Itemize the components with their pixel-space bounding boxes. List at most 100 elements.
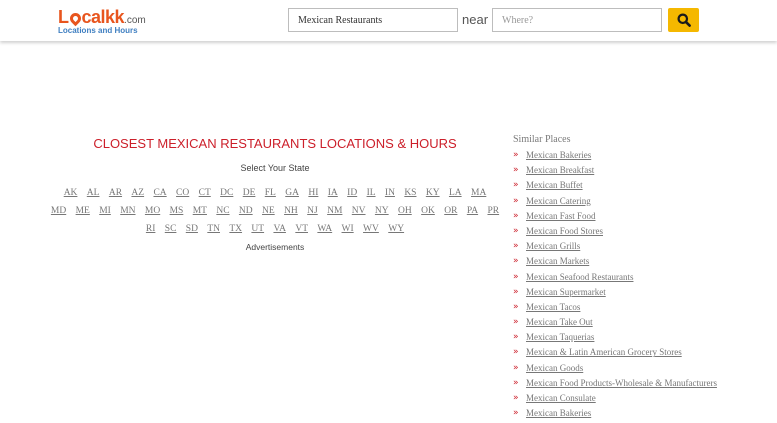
similar-place-link[interactable]: Mexican Buffet <box>526 180 583 191</box>
chevron-right-icon: » <box>513 332 519 343</box>
state-link-mo[interactable]: MO <box>145 202 160 220</box>
state-link-ma[interactable]: MA <box>471 184 486 202</box>
advertisements-label: Advertisements <box>245 242 305 252</box>
similar-place-link[interactable]: Mexican Markets <box>526 256 589 267</box>
state-links: AK AL AR AZ CA CO CT DC DE FL GA HI IA ID IL IN KS KY LA MA… <box>51 184 499 239</box>
similar-place-link[interactable]: Mexican Breakfast <box>526 165 594 176</box>
state-link-fl[interactable]: FL <box>265 184 276 202</box>
state-link-nv[interactable]: NV <box>352 202 366 220</box>
search-button[interactable] <box>668 8 699 32</box>
state-link-de[interactable]: DE <box>243 184 256 202</box>
similar-place-link[interactable]: Mexican Food Stores <box>526 226 603 237</box>
similar-place-link[interactable]: Mexican & Latin American Grocery Stores <box>526 347 682 358</box>
similar-place-item: » Mexican Food Products-Wholesale & Manuf… <box>513 378 717 393</box>
similar-place-link[interactable]: Mexican Catering <box>526 196 591 207</box>
similar-place-link[interactable]: Mexican Food Products-Wholesale & Manufa… <box>526 378 717 389</box>
state-link-ms[interactable]: MS <box>170 202 184 220</box>
state-link-in[interactable]: IN <box>385 184 395 202</box>
state-link-vt[interactable]: VT <box>295 220 308 238</box>
search-what-input[interactable] <box>288 8 458 32</box>
state-link-wy[interactable]: WY <box>388 220 404 238</box>
similar-place-item: » Mexican Goods <box>513 363 717 378</box>
state-link-md[interactable]: MD <box>51 202 66 220</box>
state-link-wv[interactable]: WV <box>363 220 379 238</box>
state-link-ri[interactable]: RI <box>146 220 156 238</box>
state-link-tx[interactable]: TX <box>229 220 242 238</box>
state-link-ga[interactable]: GA <box>285 184 299 202</box>
similar-place-link[interactable]: Mexican Goods <box>526 363 583 374</box>
similar-place-item: » Mexican Grills <box>513 241 717 256</box>
state-row: MD ME MI MN MO MS MT NC ND NE NH NJ NM NV NY OH OK OR PA PR <box>51 202 499 220</box>
similar-place-item: » Mexican Bakeries <box>513 150 717 165</box>
state-link-tn[interactable]: TN <box>207 220 220 238</box>
state-link-nm[interactable]: NM <box>327 202 342 220</box>
similar-places-title: Similar Places <box>513 134 571 145</box>
state-link-nj[interactable]: NJ <box>307 202 318 220</box>
state-link-nh[interactable]: NH <box>284 202 298 220</box>
similar-place-link[interactable]: Mexican Taquerias <box>526 332 594 343</box>
similar-place-link[interactable]: Mexican Bakeries <box>526 408 591 419</box>
chevron-right-icon: » <box>513 241 519 252</box>
state-link-id[interactable]: ID <box>347 184 357 202</box>
state-link-il[interactable]: IL <box>367 184 376 202</box>
state-link-ny[interactable]: NY <box>375 202 389 220</box>
similar-place-item: » Mexican Buffet <box>513 180 717 195</box>
page-title: CLOSEST MEXICAN RESTAURANTS LOCATIONS & … <box>93 136 457 151</box>
state-link-sd[interactable]: SD <box>186 220 198 238</box>
state-link-al[interactable]: AL <box>87 184 100 202</box>
chevron-right-icon: » <box>513 408 519 419</box>
state-link-mi[interactable]: MI <box>99 202 111 220</box>
chevron-right-icon: » <box>513 150 519 160</box>
similar-place-link[interactable]: Mexican Fast Food <box>526 211 596 222</box>
state-link-dc[interactable]: DC <box>220 184 233 202</box>
state-link-hi[interactable]: HI <box>308 184 318 202</box>
chevron-right-icon: » <box>513 165 519 176</box>
similar-place-item: » Mexican Consulate <box>513 393 717 408</box>
similar-place-link[interactable]: Mexican Bakeries <box>526 150 591 161</box>
state-link-sc[interactable]: SC <box>165 220 177 238</box>
similar-place-item: » Mexican Supermarket <box>513 287 717 302</box>
state-link-ct[interactable]: CT <box>199 184 211 202</box>
state-link-me[interactable]: ME <box>76 202 90 220</box>
state-link-mn[interactable]: MN <box>120 202 135 220</box>
state-link-nd[interactable]: ND <box>239 202 253 220</box>
similar-place-link[interactable]: Mexican Consulate <box>526 393 596 404</box>
state-link-ky[interactable]: KY <box>426 184 440 202</box>
state-link-pa[interactable]: PA <box>467 202 478 220</box>
state-link-la[interactable]: LA <box>449 184 462 202</box>
site-logo[interactable]: Lcalkk.com Locations and Hours <box>58 7 148 35</box>
similar-place-link[interactable]: Mexican Grills <box>526 241 580 252</box>
state-link-va[interactable]: VA <box>273 220 286 238</box>
similar-place-item: » Mexican & Latin American Grocery Stores <box>513 347 717 362</box>
similar-place-link[interactable]: Mexican Supermarket <box>526 287 606 298</box>
state-link-ar[interactable]: AR <box>109 184 122 202</box>
state-link-az[interactable]: AZ <box>131 184 144 202</box>
similar-place-item: » Mexican Fast Food <box>513 211 717 226</box>
logo-tagline: Locations and Hours <box>58 26 138 35</box>
similar-place-link[interactable]: Mexican Seafood Restaurants <box>526 272 633 283</box>
state-link-wi[interactable]: WI <box>342 220 354 238</box>
state-link-ok[interactable]: OK <box>421 202 435 220</box>
near-label: near <box>462 12 489 27</box>
state-link-or[interactable]: OR <box>444 202 457 220</box>
state-link-ne[interactable]: NE <box>262 202 275 220</box>
chevron-right-icon: » <box>513 301 519 312</box>
chevron-right-icon: » <box>513 393 519 403</box>
state-link-oh[interactable]: OH <box>398 202 412 220</box>
similar-place-link[interactable]: Mexican Tacos <box>526 302 580 313</box>
similar-place-item: » Mexican Seafood Restaurants <box>513 272 717 287</box>
state-link-mt[interactable]: MT <box>193 202 207 220</box>
state-link-wa[interactable]: WA <box>317 220 332 238</box>
state-link-nc[interactable]: NC <box>216 202 229 220</box>
state-row: RI SC SD TN TX UT VA VT WA WI WV WY <box>74 220 476 238</box>
similar-place-link[interactable]: Mexican Take Out <box>526 317 593 328</box>
state-link-co[interactable]: CO <box>176 184 189 202</box>
search-where-input[interactable] <box>492 8 662 32</box>
state-link-ia[interactable]: IA <box>328 184 338 202</box>
state-link-ak[interactable]: AK <box>64 184 78 202</box>
state-link-ks[interactable]: KS <box>404 184 416 202</box>
state-link-ca[interactable]: CA <box>153 184 166 202</box>
state-link-pr[interactable]: PR <box>487 202 499 220</box>
state-link-ut[interactable]: UT <box>251 220 264 238</box>
similar-place-item: » Mexican Bakeries <box>513 408 717 423</box>
